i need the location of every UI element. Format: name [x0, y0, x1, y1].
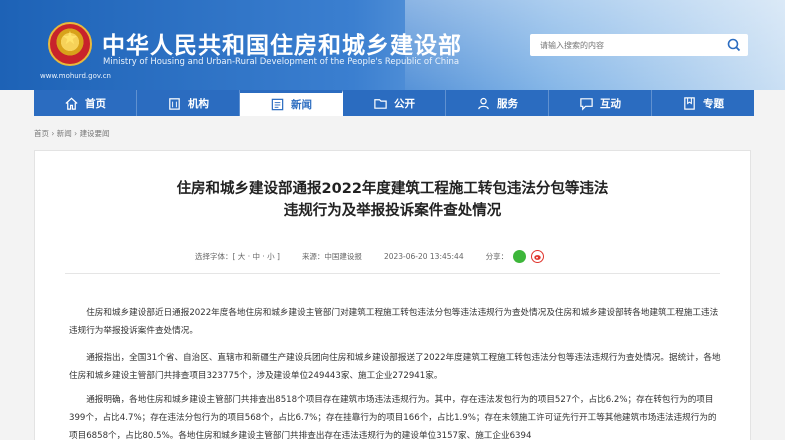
article-paragraph-3: 通报明确，各地住房和城乡建设主管部门共排查出8518个项目存在建筑市场违法违规行… — [69, 395, 717, 440]
topic-icon — [684, 96, 695, 110]
news-icon — [271, 98, 284, 111]
divider — [65, 273, 720, 274]
nav-item-service[interactable]: 服务 — [446, 90, 549, 116]
nav-item-news[interactable]: 新闻 — [240, 90, 343, 116]
site-subtitle: Ministry of Housing and Urban-Rural Deve… — [103, 57, 460, 67]
search-box — [530, 34, 748, 56]
font-size-selector[interactable]: 选择字体：[ 大 · 中 · 小 ] — [195, 251, 280, 262]
nav-item-home[interactable]: 首页 — [34, 90, 137, 116]
article-panel: 住房和城乡建设部通报2022年度建筑工程施工转包违法分包等违法 违规行为及举报投… — [34, 150, 751, 440]
weibo-share-icon[interactable] — [531, 250, 545, 263]
article-paragraph-1: 住房和城乡建设部近日通报2022年度各地住房和城乡建设主管部门对建筑工程施工转包… — [69, 308, 719, 336]
nav-item-institutions[interactable]: 机构 — [137, 90, 240, 116]
nav-item-public[interactable]: 公开 — [343, 90, 446, 116]
national-emblem-icon: ★ — [48, 22, 92, 66]
nav-item-topics[interactable]: 专题 — [652, 90, 754, 116]
site-title[interactable]: 中华人民共和国住房和城乡建设部 — [102, 26, 462, 60]
article-source: 来源：中国建设报 — [301, 252, 362, 261]
article-title-line-1: 住房和城乡建设部通报2022年度建筑工程施工转包违法分包等违法 — [176, 181, 609, 197]
nav-item-interaction[interactable]: 互动 — [549, 90, 652, 116]
site-url: www.mohurd.gov.cn — [40, 72, 111, 80]
folder-icon — [374, 98, 387, 109]
site-header: ★ 中华人民共和国住房和城乡建设部 Ministry of Housing an… — [0, 0, 785, 90]
main-nav: 首页 机构 新闻 公开 服务 互动 专题 — [34, 90, 754, 116]
wechat-share-icon[interactable] — [513, 250, 527, 263]
nav-item-label: 专题 — [703, 97, 724, 110]
nav-item-label: 新闻 — [291, 99, 312, 111]
home-icon — [65, 97, 78, 110]
chat-icon — [580, 97, 593, 111]
nav-item-label: 互动 — [600, 97, 621, 110]
service-icon — [478, 97, 489, 109]
nav-item-label: 首页 — [85, 97, 106, 110]
breadcrumb-news[interactable]: 新闻 — [57, 129, 72, 138]
search-input[interactable] — [530, 34, 720, 56]
building-icon — [169, 97, 180, 110]
article-paragraph-2: 通报指出，全国31个省、自治区、直辖市和新疆生产建设兵团向住房和城乡建设部报送了… — [69, 353, 721, 381]
article-title: 住房和城乡建设部通报2022年度建筑工程施工转包违法分包等违法 违规行为及举报投… — [35, 178, 750, 222]
share-label: 分享： — [485, 252, 509, 261]
nav-item-label: 公开 — [394, 97, 415, 110]
article-datetime: 2023-06-20 13:45:44 — [383, 252, 464, 261]
breadcrumb-home[interactable]: 首页 — [34, 129, 49, 138]
nav-item-label: 服务 — [497, 97, 518, 110]
article-title-line-2: 违规行为及举报投诉案件查处情况 — [283, 203, 502, 219]
nav-item-label: 机构 — [188, 97, 209, 110]
breadcrumb: 首页 › 新闻 › 建设要闻 — [34, 129, 110, 138]
search-icon — [727, 38, 741, 52]
search-button[interactable] — [720, 34, 748, 56]
breadcrumb-section[interactable]: 建设要闻 — [80, 129, 110, 138]
article-meta: 选择字体：[ 大 · 中 · 小 ] 来源：中国建设报 2023-06-20 1… — [195, 250, 545, 263]
